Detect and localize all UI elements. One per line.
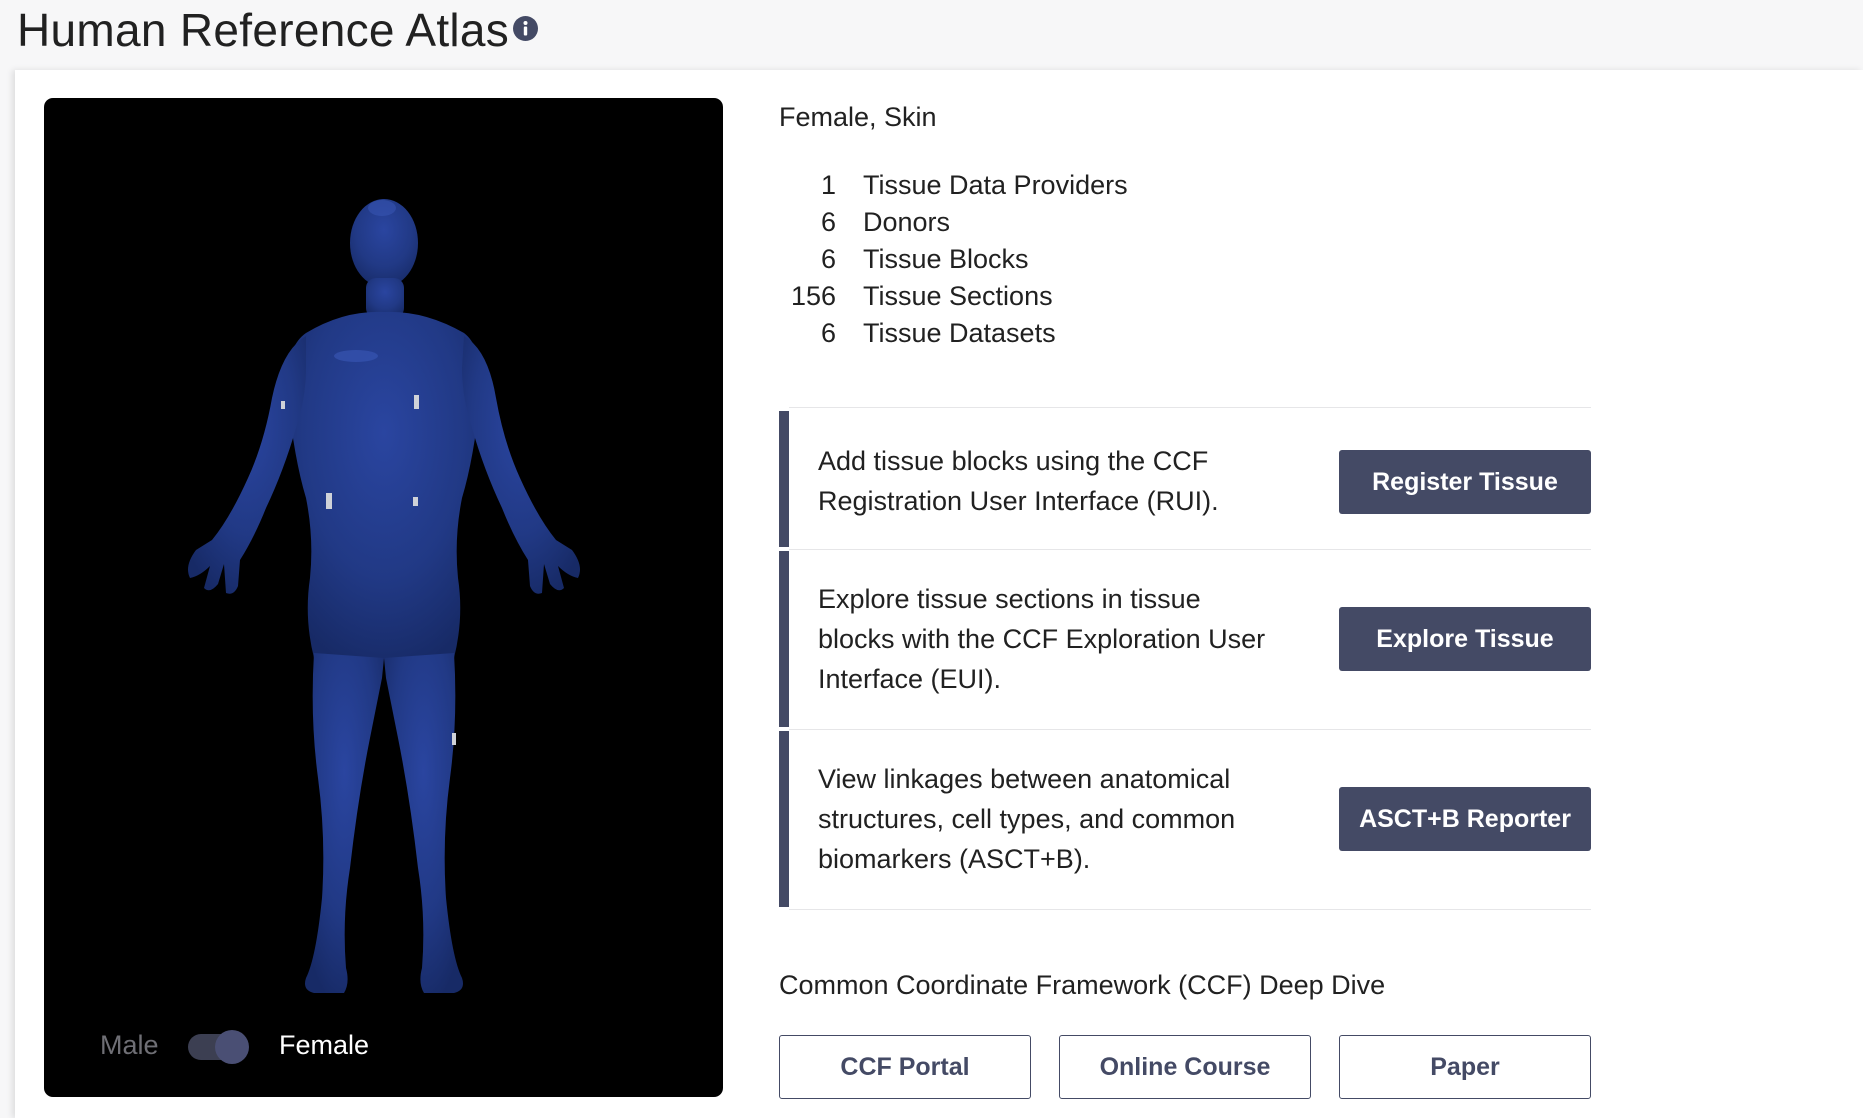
sex-toggle-switch[interactable]	[188, 1030, 249, 1064]
divider	[789, 729, 1591, 730]
divider	[789, 407, 1591, 408]
action-description-line: Add tissue blocks using the CCF	[818, 446, 1209, 476]
info-circle-icon[interactable]	[513, 16, 538, 41]
organ-summary-title: Female, Skin	[779, 102, 937, 132]
stat-row: 6 Tissue Blocks	[779, 241, 1279, 278]
tissue-block-marker[interactable]	[414, 395, 419, 409]
action-description-line: structures, cell types, and common	[818, 804, 1236, 834]
stat-label: Tissue Blocks	[863, 244, 1029, 274]
action-description-line: blocks with the CCF Exploration User	[818, 624, 1266, 654]
deep-dive-title: Common Coordinate Framework (CCF) Deep D…	[779, 970, 1386, 1000]
stat-count: 1	[820, 170, 836, 200]
page-header: Human Reference Atlas	[0, 0, 1863, 70]
accent-bar	[779, 731, 789, 907]
action-description-line: Explore tissue sections in tissue	[818, 584, 1201, 614]
female-body-model	[188, 199, 580, 993]
female-label[interactable]: Female	[279, 1030, 369, 1061]
body-viewer[interactable]	[44, 98, 723, 1097]
tissue-block-marker[interactable]	[326, 493, 332, 509]
action-asctb: View linkages between anatomical structu…	[779, 731, 1591, 907]
action-description-line: Interface (EUI).	[818, 664, 1002, 694]
stat-count: 6	[820, 244, 836, 274]
action-description-line: biomarkers (ASCT+B).	[818, 844, 1091, 874]
tissue-block-marker[interactable]	[452, 733, 456, 745]
action-description-line: Registration User Interface (RUI).	[818, 486, 1219, 516]
ccf-portal-button[interactable]: CCF Portal	[779, 1035, 1031, 1099]
action-description-line: View linkages between anatomical	[818, 764, 1231, 794]
stat-count: 6	[820, 318, 836, 348]
tissue-block-marker[interactable]	[281, 401, 285, 409]
action-register: Add tissue blocks using the CCF Registra…	[779, 411, 1591, 547]
stat-label: Tissue Sections	[863, 281, 1053, 311]
stat-row: 156 Tissue Sections	[779, 278, 1279, 315]
male-label[interactable]: Male	[100, 1030, 159, 1061]
stat-label: Donors	[863, 207, 951, 237]
paper-button[interactable]: Paper	[1339, 1035, 1591, 1099]
stat-label: Tissue Datasets	[863, 318, 1056, 348]
stat-label: Tissue Data Providers	[863, 170, 1128, 200]
online-course-button[interactable]: Online Course	[1059, 1035, 1311, 1099]
explore-tissue-button[interactable]: Explore Tissue	[1339, 607, 1591, 671]
stat-row: 1 Tissue Data Providers	[779, 167, 1279, 204]
stat-row: 6 Tissue Datasets	[779, 315, 1279, 352]
stat-count: 6	[820, 207, 836, 237]
toggle-knob[interactable]	[215, 1030, 249, 1064]
register-tissue-button[interactable]: Register Tissue	[1339, 450, 1591, 514]
tissue-block-marker[interactable]	[413, 497, 418, 506]
divider	[789, 909, 1591, 910]
stat-row: 6 Donors	[779, 204, 1279, 241]
divider	[789, 549, 1591, 550]
asctb-reporter-button[interactable]: ASCT+B Reporter	[1339, 787, 1591, 851]
stats-list: 1 Tissue Data Providers 6 Donors 6 Tissu…	[779, 167, 1279, 352]
action-explore: Explore tissue sections in tissue blocks…	[779, 551, 1591, 727]
accent-bar	[779, 551, 789, 727]
accent-bar	[779, 411, 789, 547]
page-title: Human Reference Atlas	[17, 4, 510, 56]
stat-count: 156	[790, 281, 836, 311]
